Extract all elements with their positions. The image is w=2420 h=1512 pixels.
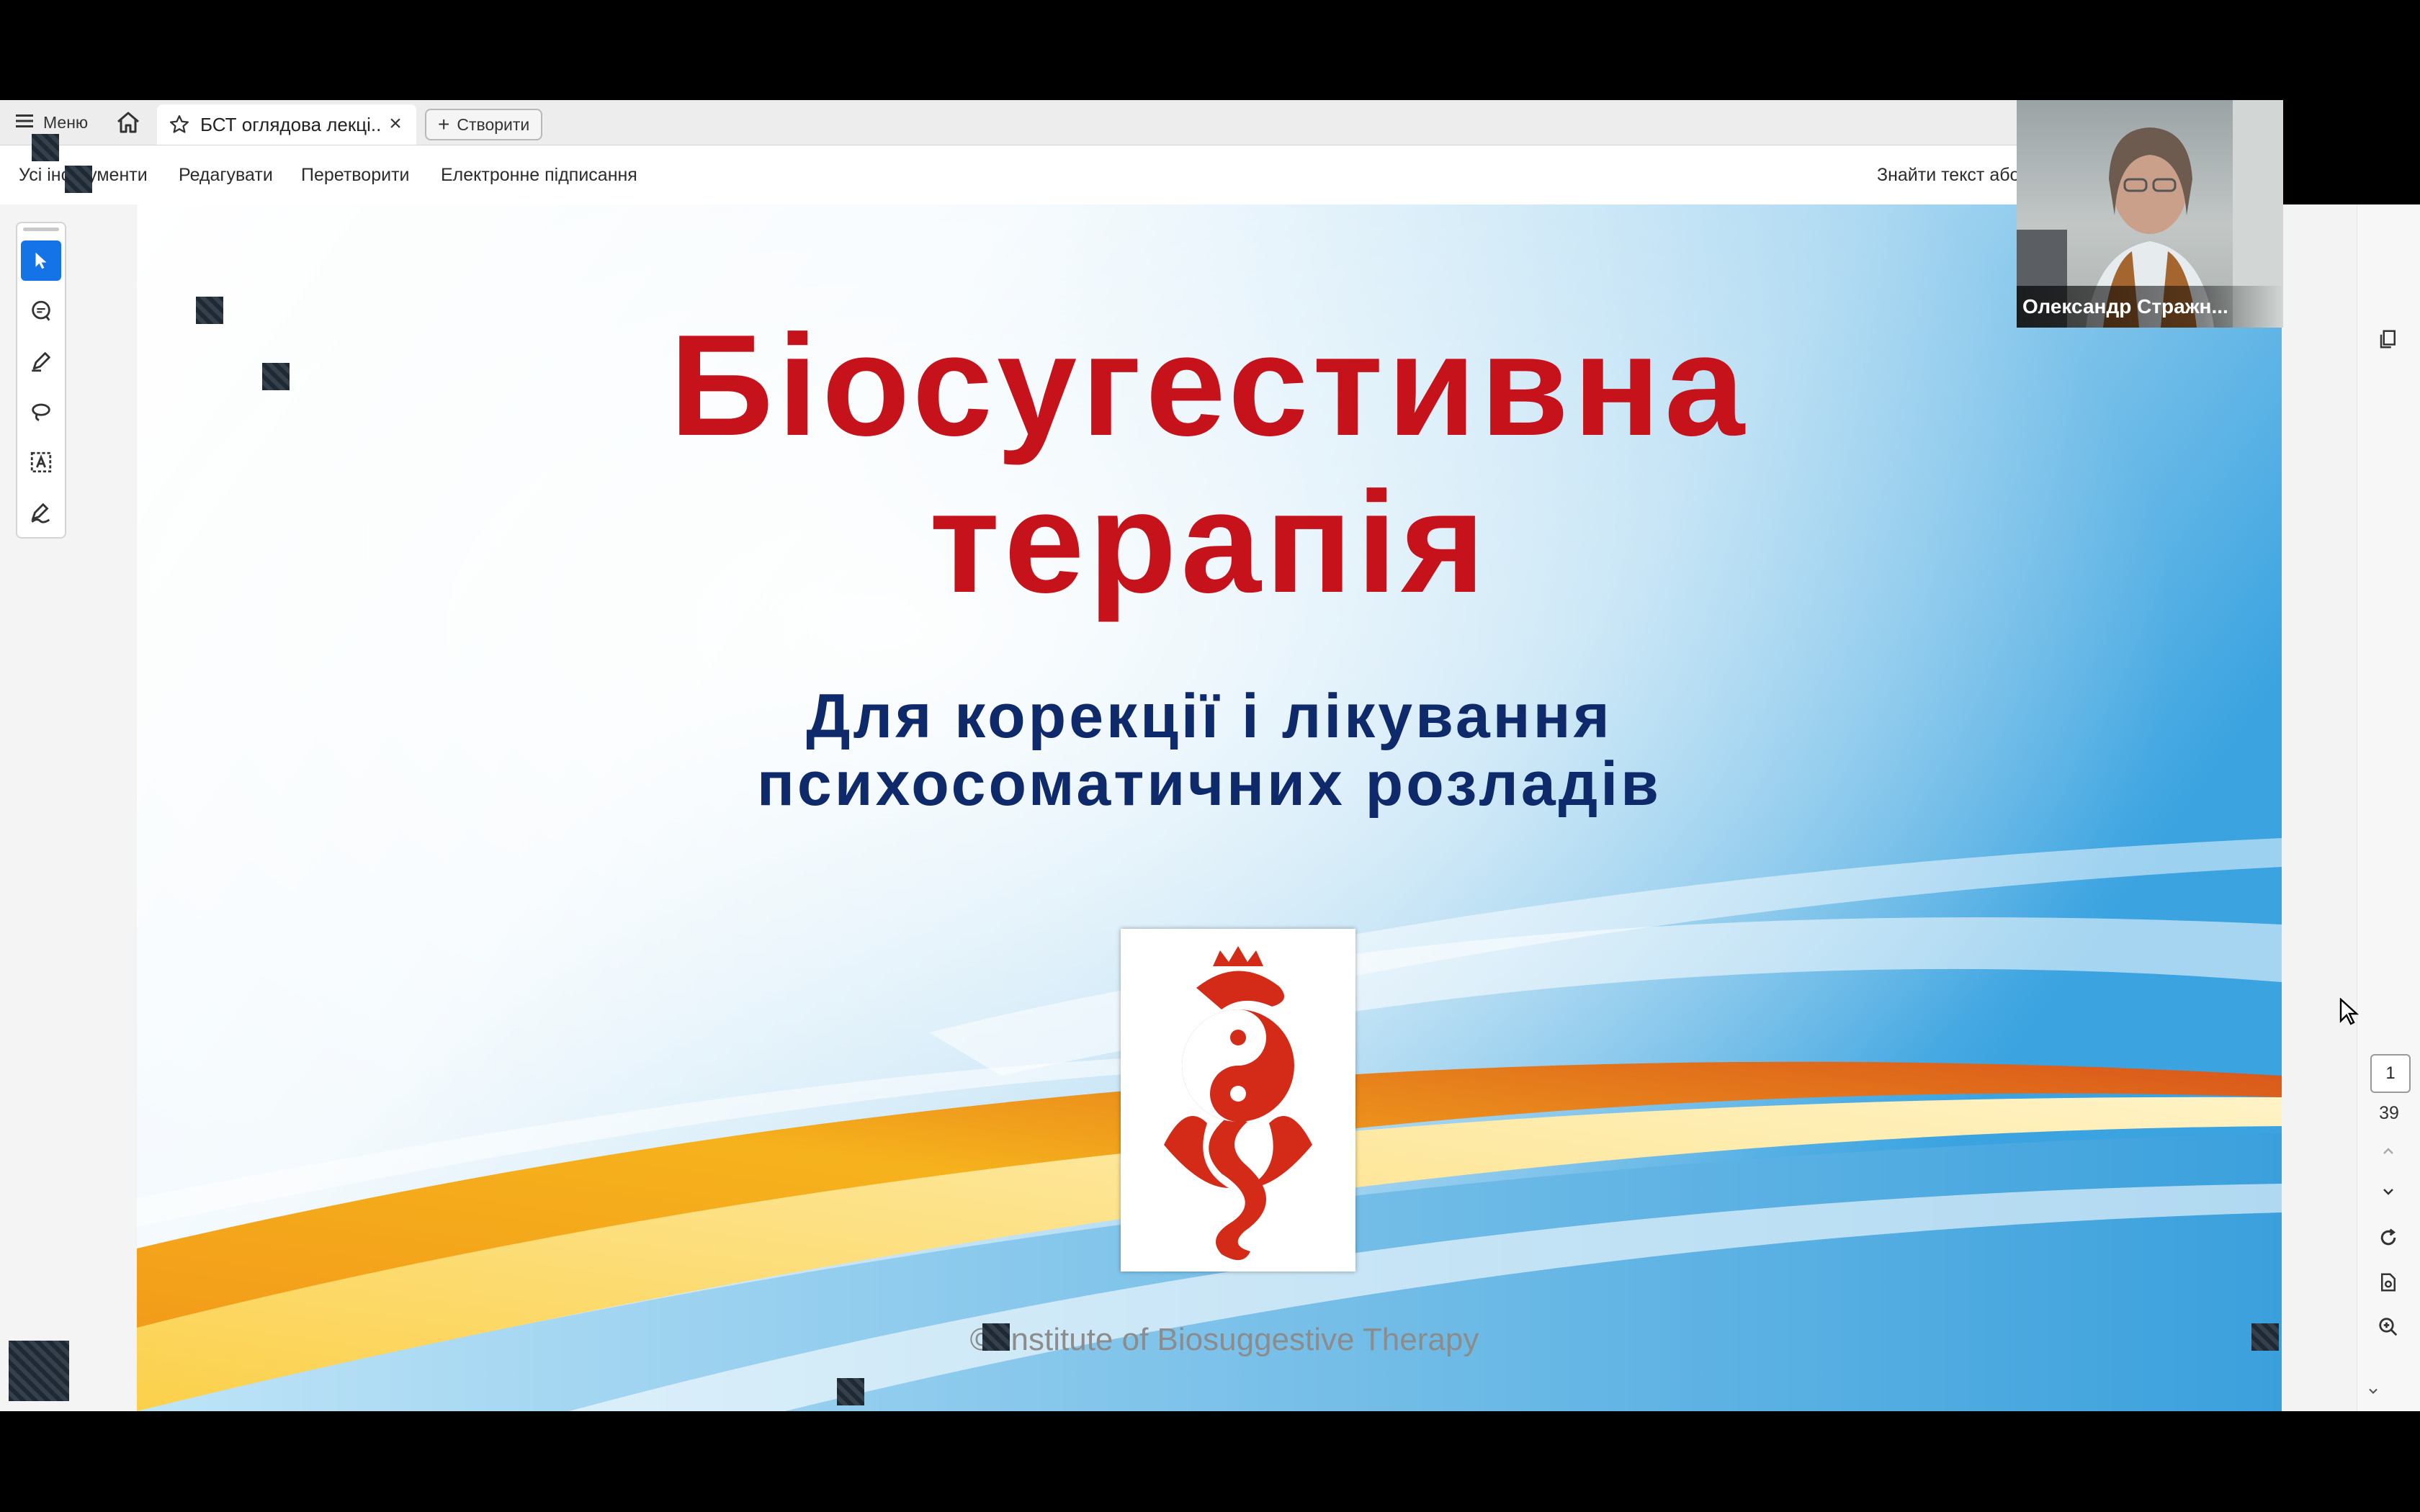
participant-name: Олександр Стражн... xyxy=(2017,286,2283,328)
convert-button[interactable]: Перетворити xyxy=(301,145,410,204)
zoom-in-icon xyxy=(2379,1318,2398,1336)
total-pages: 39 xyxy=(2379,1103,2399,1123)
slide-title-line1: Біосугестивна xyxy=(669,305,1749,466)
comment-icon xyxy=(32,300,50,321)
copy-pages-icon xyxy=(2380,330,2396,348)
slide-page: Біосугестивна терапія Для корекції і лік… xyxy=(137,204,2282,1411)
main-toolbar: Усі інструменти Редагувати Перетворити Е… xyxy=(0,145,2017,205)
next-page-button[interactable] xyxy=(2370,1174,2406,1210)
quick-tools-panel xyxy=(16,222,66,539)
redaction-mark xyxy=(262,363,290,390)
previous-page-button[interactable] xyxy=(2370,1133,2406,1169)
pen-icon xyxy=(32,352,50,372)
chevron-down-icon xyxy=(2369,1388,2378,1394)
redaction-mark xyxy=(982,1323,1010,1351)
star-icon xyxy=(170,115,189,133)
hamburger-icon xyxy=(16,113,33,132)
close-icon[interactable]: × xyxy=(383,112,408,136)
draw-tool-button[interactable] xyxy=(21,392,61,432)
serpent-yin-yang-logo-icon xyxy=(1164,946,1312,1261)
lasso-icon xyxy=(32,403,50,421)
highlight-tool-button[interactable] xyxy=(21,341,61,382)
comment-tool-button[interactable] xyxy=(21,291,61,331)
slide-copyright: © Institute of Biosuggestive Therapy xyxy=(969,1322,1479,1357)
refresh-button[interactable] xyxy=(2370,1220,2406,1256)
page-settings-button[interactable] xyxy=(2370,1264,2406,1300)
find-text-search[interactable]: Знайти текст або xyxy=(1877,145,2017,204)
refresh-icon xyxy=(2380,1228,2396,1246)
slide-subtitle-line1: Для корекції і лікування xyxy=(806,682,1613,751)
sign-tool-button[interactable] xyxy=(21,492,61,533)
tab-title: БСТ оглядова лекці... xyxy=(200,113,380,135)
menu-label: Меню xyxy=(43,112,89,132)
redaction-mark xyxy=(196,297,223,324)
slide-subtitle-line2: психосоматичних розладів xyxy=(756,750,1662,819)
participant-video[interactable]: Олександр Стражн... xyxy=(2017,100,2283,328)
e-sign-button[interactable]: Електронне підписання xyxy=(441,145,637,204)
text-box-icon xyxy=(30,451,52,473)
redaction-mark xyxy=(9,1341,69,1401)
slide-title-line2: терапія xyxy=(929,462,1489,623)
panel-grip[interactable] xyxy=(23,228,59,231)
tab-document[interactable]: БСТ оглядова лекці... × xyxy=(157,104,416,145)
chevron-up-icon xyxy=(2383,1148,2393,1154)
mouse-pointer-icon xyxy=(2339,998,2360,1025)
redaction-mark xyxy=(32,134,59,161)
right-rail: 1 39 xyxy=(2357,204,2420,1411)
text-tool-button[interactable] xyxy=(21,442,61,482)
home-button[interactable] xyxy=(114,110,143,135)
redaction-mark xyxy=(2251,1323,2279,1351)
zoom-in-button[interactable] xyxy=(2370,1309,2406,1345)
tab-bar: Меню БСТ оглядова лекці... × + Створити xyxy=(0,100,2017,145)
institute-logo xyxy=(1121,929,1355,1272)
create-button[interactable]: + Створити xyxy=(425,109,543,140)
select-tool-button[interactable] xyxy=(21,240,61,281)
create-label: Створити xyxy=(457,114,530,134)
home-icon xyxy=(117,112,139,133)
plus-icon: + xyxy=(438,113,450,135)
scroll-down-button[interactable] xyxy=(2360,1378,2386,1404)
redaction-mark xyxy=(837,1378,864,1405)
document-settings-icon xyxy=(2381,1273,2396,1292)
current-page-input[interactable]: 1 xyxy=(2370,1054,2411,1093)
edit-button[interactable]: Редагувати xyxy=(179,145,273,204)
chevron-down-icon xyxy=(2383,1189,2393,1195)
signature-icon xyxy=(31,503,50,523)
page-thumbnails-button[interactable] xyxy=(2370,321,2406,357)
arrow-cursor-icon xyxy=(35,252,47,269)
redaction-mark xyxy=(65,166,92,193)
